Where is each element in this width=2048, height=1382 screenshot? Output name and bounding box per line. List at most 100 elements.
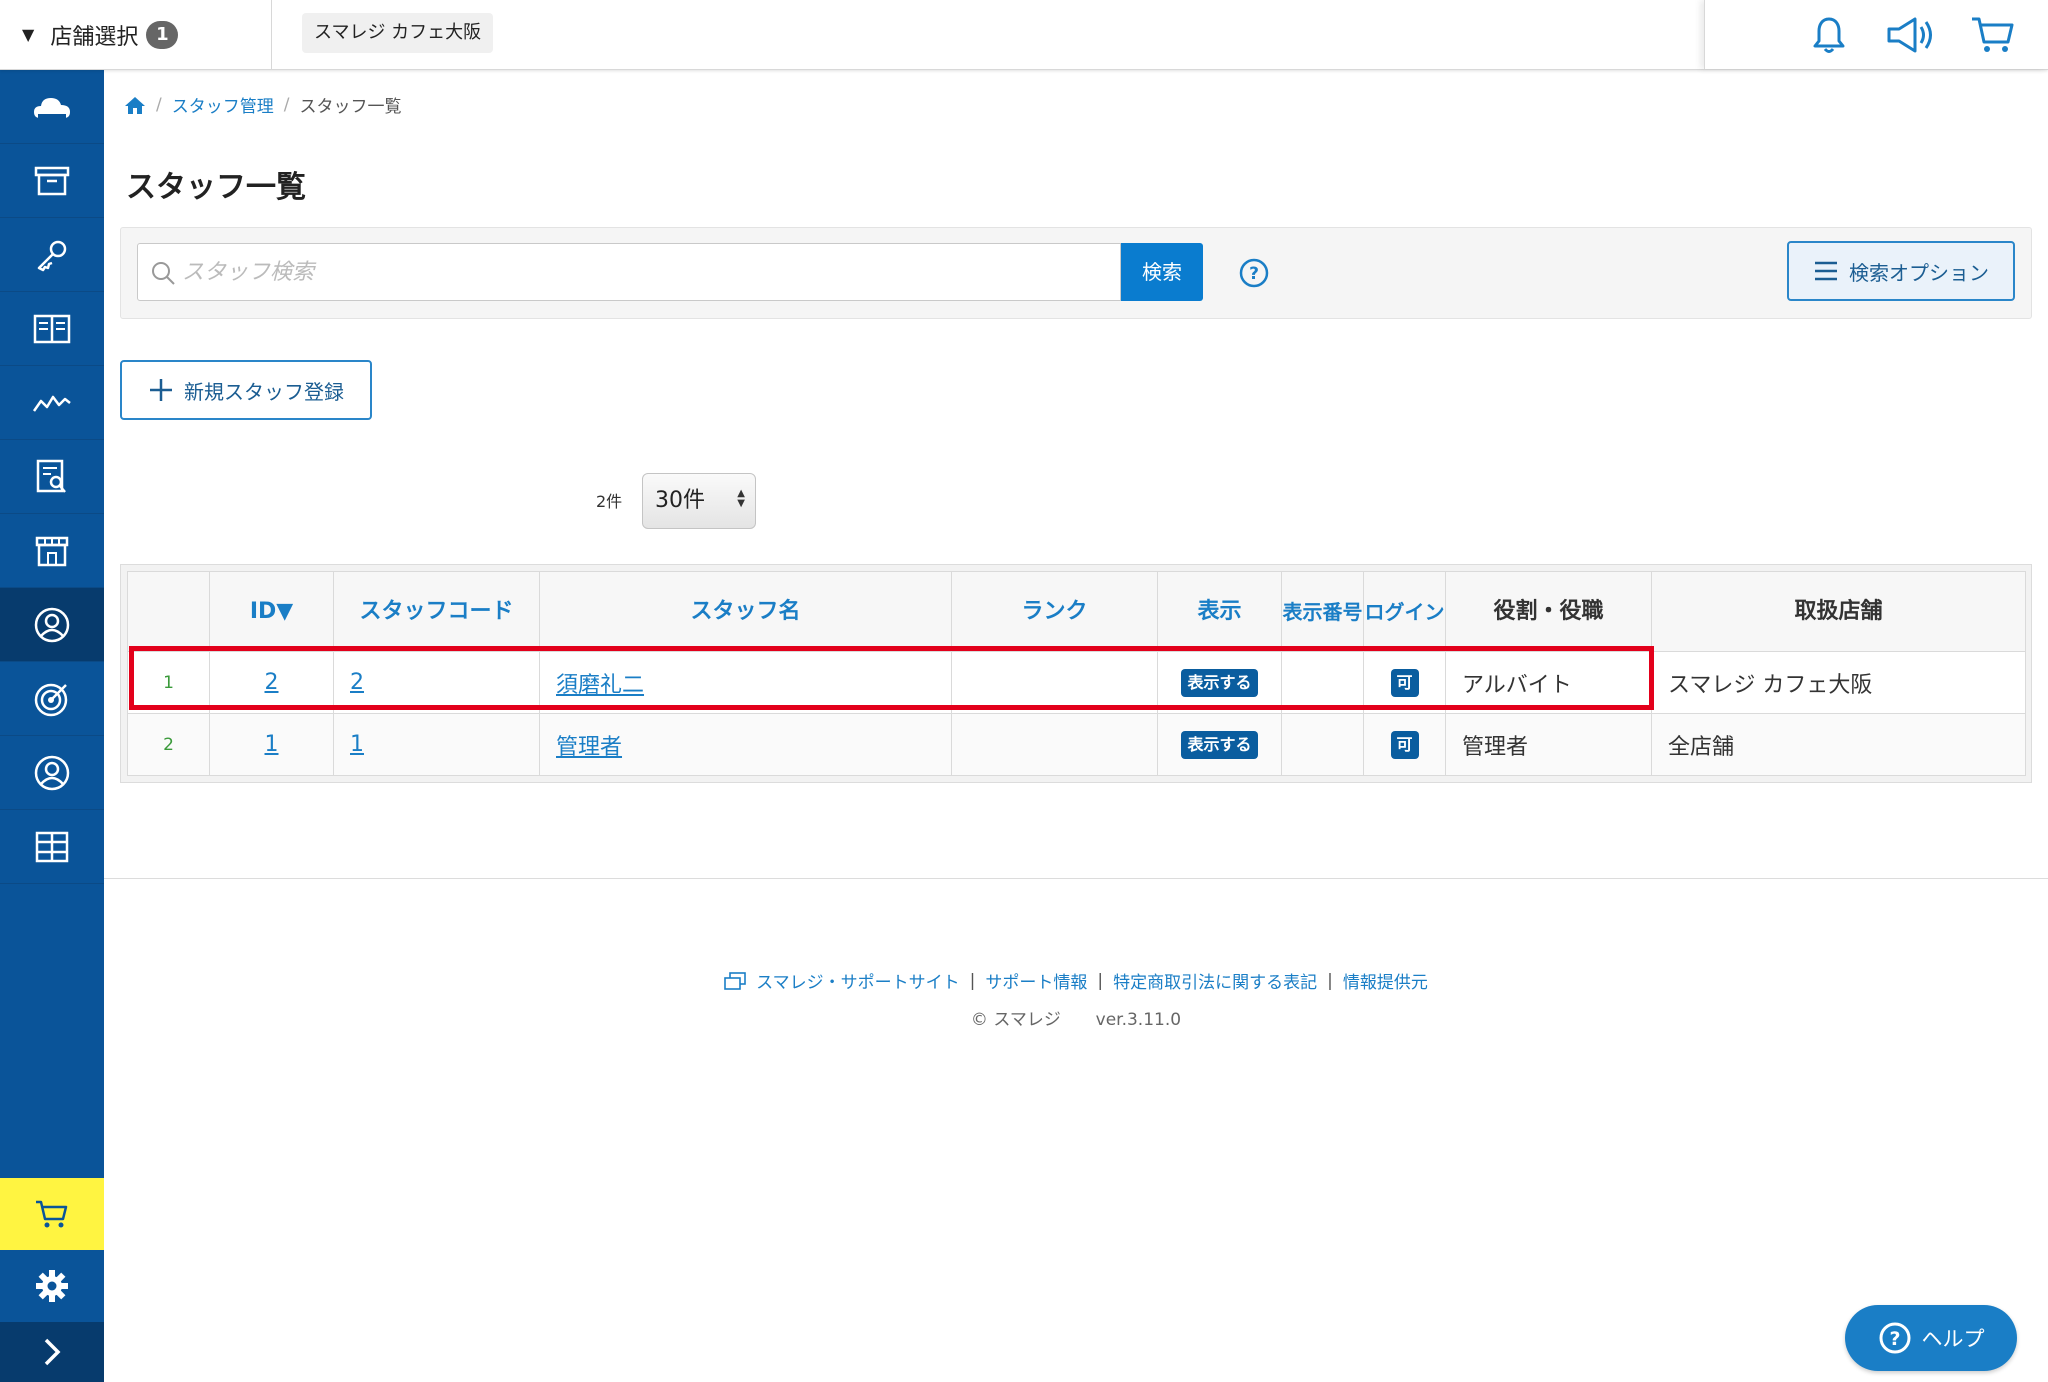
- table-row: 2 1 1 管理者 表示する 可 管理者 全店舗: [127, 713, 2026, 776]
- cart-icon: [36, 1200, 68, 1228]
- home-icon[interactable]: [124, 95, 146, 115]
- question-circle-icon: ?: [1879, 1322, 1910, 1354]
- caret-down-icon: ▼: [22, 25, 35, 44]
- col-header-rank[interactable]: ランク: [951, 571, 1158, 652]
- notification-bell-button[interactable]: [1788, 0, 1870, 69]
- sidebar-item-cloud[interactable]: [0, 70, 104, 144]
- help-button[interactable]: ? ヘルプ: [1845, 1305, 2017, 1371]
- user-circle-icon: [34, 607, 70, 642]
- search-panel: 検索 ? 検索オプション: [120, 227, 2032, 319]
- staff-id-link[interactable]: 2: [265, 670, 279, 695]
- store-select-dropdown[interactable]: ▼ 店舗選択 1: [0, 0, 272, 69]
- staff-search-input[interactable]: [182, 244, 1112, 300]
- sidebar-item-stores[interactable]: [0, 514, 104, 588]
- staff-rank: [951, 713, 1158, 776]
- cart-icon: [1972, 17, 2014, 52]
- sidebar-item-analytics[interactable]: [0, 366, 104, 440]
- sidebar-item-keys[interactable]: [0, 218, 104, 292]
- search-button[interactable]: 検索: [1121, 243, 1203, 301]
- breadcrumb-staff-management[interactable]: スタッフ管理: [172, 92, 274, 117]
- sidebar-settings-button[interactable]: [0, 1250, 104, 1322]
- col-header-login[interactable]: ログイン: [1363, 571, 1446, 652]
- col-header-role: 役割・役職: [1445, 571, 1652, 652]
- select-arrows-icon: ▲ ▼: [737, 488, 745, 509]
- staff-role: 管理者: [1445, 713, 1652, 776]
- staff-store: スマレジ カフェ大阪: [1651, 651, 2026, 714]
- search-options-button[interactable]: 検索オプション: [1787, 241, 2015, 301]
- col-header-display-no[interactable]: 表示番号: [1281, 571, 1364, 652]
- col-header-store: 取扱店舗: [1651, 571, 2026, 652]
- sidebar-item-reports[interactable]: [0, 440, 104, 514]
- login-status-badge: 可: [1390, 730, 1419, 759]
- table-header-row: ID▼ スタッフコード スタッフ名 ランク 表示 表示番号 ログイン 役割・役職…: [127, 571, 2026, 652]
- page-title: スタッフ一覧: [126, 170, 306, 205]
- version-text: ver.3.11.0: [1095, 1010, 1182, 1030]
- customer-icon: [34, 755, 70, 790]
- footer-link-legal[interactable]: 特定商取引法に関する表記: [1113, 968, 1317, 993]
- display-number: [1281, 713, 1364, 776]
- plus-icon: [150, 379, 172, 401]
- store-icon: [35, 536, 69, 566]
- search-field-wrapper: [137, 243, 1121, 301]
- sidebar-item-apps[interactable]: [0, 810, 104, 884]
- sidebar-item-inventory[interactable]: [0, 144, 104, 218]
- per-page-select[interactable]: 30件 ▲ ▼: [642, 473, 756, 529]
- staff-table-wrapper: ID▼ スタッフコード スタッフ名 ランク 表示 表示番号 ログイン 役割・役職…: [120, 564, 2032, 783]
- row-number: 1: [127, 651, 210, 714]
- col-header-id[interactable]: ID▼: [209, 571, 334, 652]
- display-status-badge: 表示する: [1181, 668, 1258, 697]
- staff-code-link[interactable]: 2: [350, 670, 364, 695]
- staff-name-link[interactable]: 管理者: [556, 735, 622, 760]
- report-search-icon: [36, 459, 66, 493]
- per-page-value: 30件: [655, 488, 705, 513]
- sidebar-register-button[interactable]: [0, 1178, 104, 1250]
- staff-name-link[interactable]: 須磨礼二: [556, 673, 644, 698]
- footer-copyright: © スマレジ ver.3.11.0: [104, 1005, 2048, 1030]
- search-icon: [152, 262, 175, 285]
- cart-button[interactable]: [1952, 0, 2034, 69]
- grid-icon: [35, 831, 69, 862]
- store-count-badge: 1: [146, 20, 179, 49]
- new-staff-label: 新規スタッフ登録: [184, 379, 344, 404]
- display-status-badge: 表示する: [1181, 730, 1258, 759]
- col-header-code[interactable]: スタッフコード: [333, 571, 540, 652]
- book-icon: [33, 314, 71, 343]
- sidebar-item-ledger[interactable]: [0, 292, 104, 366]
- menu-icon: [1815, 261, 1837, 281]
- sidebar-item-staff[interactable]: [0, 588, 104, 662]
- sidebar-expand-button[interactable]: [0, 1322, 104, 1382]
- sidebar: [0, 70, 104, 1382]
- chevron-right-icon: [44, 1338, 61, 1366]
- copyright-text: © スマレジ: [970, 1010, 1061, 1030]
- footer-link-provider[interactable]: 情報提供元: [1343, 968, 1428, 993]
- display-number: [1281, 651, 1364, 714]
- new-staff-button[interactable]: 新規スタッフ登録: [120, 360, 372, 420]
- footer: スマレジ・サポートサイト | サポート情報 | 特定商取引法に関する表記 | 情…: [104, 968, 2048, 1030]
- target-icon: [34, 683, 68, 716]
- gear-icon: [36, 1270, 68, 1302]
- footer-link-support-info[interactable]: サポート情報: [985, 968, 1087, 993]
- staff-rank: [951, 651, 1158, 714]
- help-button-label: ヘルプ: [1921, 1327, 1985, 1351]
- question-circle-icon[interactable]: ?: [1238, 257, 1270, 289]
- svg-text:?: ?: [1249, 264, 1259, 284]
- store-select-label: 店舗選択: [50, 24, 139, 50]
- staff-store: 全店舗: [1651, 713, 2026, 776]
- key-icon: [37, 240, 67, 271]
- sidebar-item-target[interactable]: [0, 662, 104, 736]
- line-chart-icon: [32, 395, 71, 412]
- announcement-button[interactable]: [1870, 0, 1952, 69]
- svg-text:?: ?: [1889, 1328, 1900, 1350]
- footer-divider: [104, 878, 2048, 879]
- col-header-name[interactable]: スタッフ名: [539, 571, 952, 652]
- sidebar-item-customers[interactable]: [0, 736, 104, 810]
- staff-code-link[interactable]: 1: [350, 732, 364, 757]
- footer-links: スマレジ・サポートサイト | サポート情報 | 特定商取引法に関する表記 | 情…: [104, 968, 2048, 993]
- search-options-label: 検索オプション: [1849, 260, 1989, 285]
- col-header-display[interactable]: 表示: [1157, 571, 1282, 652]
- current-store-chip[interactable]: スマレジ カフェ大阪: [302, 13, 494, 53]
- top-icon-group: [1704, 0, 2048, 69]
- footer-link-support-site[interactable]: スマレジ・サポートサイト: [756, 968, 960, 993]
- staff-id-link[interactable]: 1: [265, 732, 279, 757]
- top-bar: ▼ 店舗選択 1 スマレジ カフェ大阪: [0, 0, 2048, 70]
